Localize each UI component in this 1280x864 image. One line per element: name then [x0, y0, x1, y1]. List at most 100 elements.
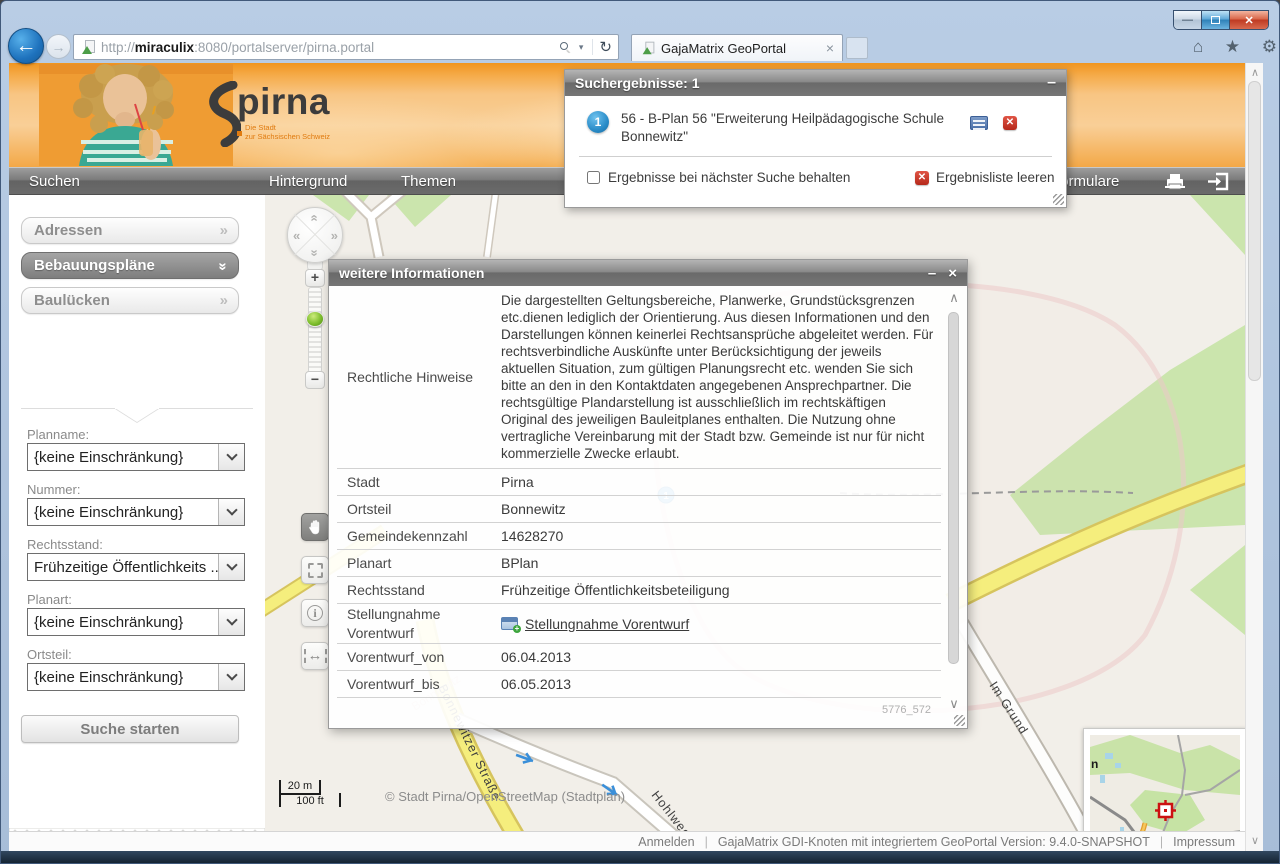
- accordion-bauluecken[interactable]: Baulücken »: [21, 287, 239, 314]
- nav-hintergrund[interactable]: Hintergrund: [269, 173, 347, 190]
- home-icon[interactable]: ⌂: [1193, 37, 1203, 57]
- zoom-slider-track[interactable]: [308, 287, 322, 373]
- url-text: http://miraculix:8080/portalserver/pirna…: [101, 40, 560, 55]
- resize-handle[interactable]: [954, 715, 965, 726]
- results-popup-title: Suchergebnisse: 1: [575, 75, 700, 91]
- result-details-icon[interactable]: [970, 116, 988, 130]
- result-remove-icon[interactable]: ✕: [1003, 116, 1017, 130]
- login-link[interactable]: Anmelden: [638, 835, 694, 849]
- search-icon[interactable]: [560, 42, 571, 53]
- pan-hand-tool[interactable]: [301, 513, 329, 541]
- start-search-button[interactable]: Suche starten: [21, 715, 239, 743]
- select-arrow-button[interactable]: [218, 444, 244, 470]
- tab-close-icon[interactable]: ×: [824, 40, 836, 56]
- accordion-bebauungsplaene[interactable]: Bebauungspläne »: [21, 252, 239, 279]
- pan-down-icon[interactable]: »: [308, 249, 323, 255]
- browser-window: — ✕ ← → http://miraculix:8080/portalserv…: [0, 0, 1280, 864]
- accordion-adressen[interactable]: Adressen »: [21, 217, 239, 244]
- nav-suchen[interactable]: Suchen: [29, 173, 80, 190]
- tab-title: GajaMatrix GeoPortal: [661, 41, 824, 56]
- measure-tool[interactable]: ↔: [301, 642, 329, 670]
- stellungnahme-link[interactable]: Stellungnahme Vorentwurf: [525, 616, 689, 632]
- select-arrow-button[interactable]: [218, 499, 244, 525]
- pan-right-icon[interactable]: »: [331, 228, 337, 243]
- results-popup-titlebar[interactable]: Suchergebnisse: 1 –: [565, 70, 1066, 96]
- browser-scrollbar: ∧ ∨: [1245, 63, 1263, 851]
- resize-handle[interactable]: [1053, 194, 1064, 205]
- url-dropdown-icon[interactable]: ▾: [579, 42, 584, 53]
- close-panel-icon[interactable]: ×: [948, 265, 957, 282]
- print-icon[interactable]: [1164, 172, 1186, 194]
- nav-themen[interactable]: Themen: [401, 173, 456, 190]
- window-controls: — ✕: [1173, 10, 1269, 30]
- info-dialog-titlebar[interactable]: weitere Informationen – ×: [329, 260, 967, 286]
- window-bottom-frame: [1, 851, 1280, 864]
- select-arrow-button[interactable]: [218, 554, 244, 580]
- minimize-icon: —: [1182, 14, 1193, 26]
- info-tool[interactable]: i: [301, 599, 329, 627]
- select-arrow-button[interactable]: [218, 664, 244, 690]
- forward-button[interactable]: →: [46, 34, 71, 59]
- zoom-in-button[interactable]: +: [305, 269, 325, 287]
- nummer-select[interactable]: {keine Einschränkung}: [27, 498, 245, 526]
- pirna-swoosh: [197, 81, 241, 147]
- refresh-icon[interactable]: ↻: [599, 38, 612, 56]
- pirna-logo: pirna Die Stadt zur Sächsischen Schweiz: [197, 83, 437, 153]
- zoom-slider-knob[interactable]: [306, 311, 324, 327]
- result-item-text[interactable]: 56 - B-Plan 56 "Erweiterung Heilpädagogi…: [621, 110, 951, 146]
- divider: [579, 156, 1052, 157]
- info-row-stadt: StadtPirna: [337, 469, 941, 496]
- select-arrow-button[interactable]: [218, 609, 244, 635]
- planart-select[interactable]: {keine Einschränkung}: [27, 608, 245, 636]
- pan-left-icon[interactable]: «: [293, 228, 299, 243]
- new-tab-button[interactable]: [846, 37, 868, 59]
- divider: [592, 39, 593, 55]
- browser-tab[interactable]: GajaMatrix GeoPortal ×: [631, 34, 843, 61]
- info-row-stellungnahme: Stellungnahme Vorentwurf + Stellungnahme…: [337, 604, 941, 644]
- chevron-down-icon: »: [214, 262, 231, 268]
- info-dialog-body: Rechtliche Hinweise Die dargestellten Ge…: [337, 286, 941, 720]
- site-icon: [82, 40, 95, 54]
- scrollbar-thumb[interactable]: [948, 312, 959, 664]
- scrollbar-thumb[interactable]: [1248, 81, 1261, 381]
- scroll-down-icon[interactable]: ∨: [1246, 833, 1264, 849]
- minimize-panel-icon[interactable]: –: [1047, 78, 1056, 88]
- ortsteil-select[interactable]: {keine Einschränkung}: [27, 663, 245, 691]
- minimap-label-cut: n: [1091, 757, 1098, 771]
- chevron-down-icon: [226, 559, 237, 570]
- version-text: GajaMatrix GDI-Knoten mit integriertem G…: [718, 835, 1150, 849]
- login-icon[interactable]: [1207, 172, 1231, 195]
- info-row-rechtliche-hinweise: Rechtliche Hinweise Die dargestellten Ge…: [337, 286, 941, 469]
- clear-results-button[interactable]: ✕ Ergebnisliste leeren: [915, 170, 1055, 185]
- chevron-right-icon: »: [220, 292, 226, 309]
- scroll-up-icon[interactable]: ∧: [945, 290, 963, 308]
- rectangle-select-tool[interactable]: [301, 556, 329, 584]
- chevron-down-icon: [226, 614, 237, 625]
- overview-minimap[interactable]: n Heidenau Pirna Dohna Stadt: [1083, 728, 1245, 833]
- minimize-button[interactable]: —: [1174, 11, 1202, 29]
- keep-results-row: Ergebnisse bei nächster Suche behalten: [587, 170, 850, 185]
- imprint-link[interactable]: Impressum: [1173, 835, 1235, 849]
- minimize-panel-icon[interactable]: –: [928, 265, 936, 282]
- address-bar[interactable]: http://miraculix:8080/portalserver/pirna…: [73, 34, 619, 60]
- settings-gear-icon[interactable]: ⚙: [1262, 37, 1277, 57]
- map-attribution: © Stadt Pirna/OpenStreetMap (Stadtplan): [385, 789, 625, 804]
- pirna-logo-subtitle: Die Stadt zur Sächsischen Schweiz: [245, 123, 330, 142]
- rechtsstand-select[interactable]: Frühzeitige Öffentlichkeits ...: [27, 553, 245, 581]
- panel-notch: [9, 408, 265, 424]
- zoom-out-button[interactable]: −: [305, 371, 325, 389]
- info-icon: i: [307, 605, 323, 621]
- back-button[interactable]: ←: [8, 28, 44, 64]
- info-row-planart: PlanartBPlan: [337, 550, 941, 577]
- keep-results-checkbox[interactable]: [587, 171, 600, 184]
- minimap-marker-icon: [1155, 800, 1176, 821]
- scroll-up-icon[interactable]: ∧: [1246, 65, 1264, 81]
- planname-select[interactable]: {keine Einschränkung}: [27, 443, 245, 471]
- maximize-button[interactable]: [1202, 11, 1230, 29]
- hand-icon: [307, 519, 324, 536]
- close-button[interactable]: ✕: [1230, 11, 1268, 29]
- planname-label: Planname:: [27, 427, 89, 442]
- favorites-icon[interactable]: ★: [1225, 37, 1240, 57]
- pan-up-icon[interactable]: «: [308, 214, 323, 220]
- scroll-down-icon[interactable]: ∨: [945, 696, 963, 714]
